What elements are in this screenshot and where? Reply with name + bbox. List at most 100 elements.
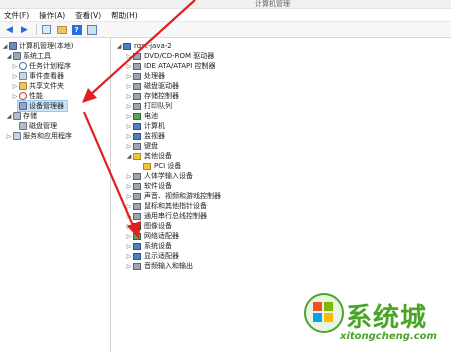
tree-services-apps[interactable]: ▷ 服务和应用程序	[6, 131, 72, 141]
collapsed-arrow-icon[interactable]: ▷	[126, 193, 132, 200]
collapsed-arrow-icon[interactable]: ▷	[12, 63, 18, 70]
device-category[interactable]: ▷ 软件设备	[126, 181, 172, 191]
device-category[interactable]: ▷ 处理器	[126, 71, 165, 81]
properties-icon[interactable]	[85, 24, 98, 36]
device-category-label: 声音、视频和游戏控制器	[144, 192, 221, 200]
device-category[interactable]: ▷ 图像设备	[126, 221, 172, 231]
help-icon[interactable]: ?	[70, 24, 83, 36]
collapsed-arrow-icon[interactable]: ▷	[126, 213, 132, 220]
device-category[interactable]: ▷ 存储控制器	[126, 91, 179, 101]
collapsed-arrow-icon[interactable]: ▷	[126, 243, 132, 250]
back-icon[interactable]: ◀	[3, 24, 16, 36]
forward-icon[interactable]: ▶	[18, 24, 31, 36]
device-category[interactable]: ▷ 计算机	[126, 121, 165, 131]
device-category[interactable]: ▷ 系统设备	[126, 241, 172, 251]
tree-root[interactable]: ◢ 计算机管理(本地)	[2, 41, 73, 51]
menu-action[interactable]: 操作(A)	[39, 10, 65, 21]
folder-icon[interactable]	[55, 24, 68, 36]
device-category[interactable]: ▷ 打印队列	[126, 101, 172, 111]
device-manager-label: 设备管理器	[29, 102, 64, 110]
tree-device-manager[interactable]: 设备管理器	[17, 100, 68, 112]
device-category[interactable]: ▷ 监视器	[126, 131, 165, 141]
collapsed-arrow-icon[interactable]: ▷	[12, 73, 18, 80]
imaging-device-icon	[133, 222, 141, 230]
menu-help[interactable]: 帮助(H)	[111, 10, 138, 21]
tree-storage[interactable]: ◢ 存储	[6, 111, 37, 121]
device-category[interactable]: ▷ 人体学输入设备	[126, 171, 193, 181]
collapsed-arrow-icon[interactable]: ▷	[126, 133, 132, 140]
menu-file[interactable]: 文件(F)	[4, 10, 29, 21]
watermark-url: xitongcheng.com	[340, 331, 437, 342]
expanded-arrow-icon[interactable]: ◢	[6, 53, 12, 60]
tree-performance[interactable]: ▷ 性能	[12, 91, 43, 101]
device-category-label: 磁盘驱动器	[144, 82, 179, 90]
device-category-label: IDE ATA/ATAPI 控制器	[144, 62, 216, 70]
tree-system-tools[interactable]: ◢ 系统工具	[6, 51, 51, 61]
title-bar: 计算机管理	[0, 0, 451, 9]
device-category[interactable]: ▷ IDE ATA/ATAPI 控制器	[126, 61, 216, 71]
watermark: 系统城 xitongcheng.com	[300, 285, 451, 352]
disk-management-icon	[19, 122, 27, 130]
menu-view[interactable]: 查看(V)	[75, 10, 101, 21]
device-category[interactable]: ▷ 鼠标和其他指针设备	[126, 201, 207, 211]
device-category[interactable]: ◢ 其他设备	[126, 151, 172, 161]
device-category-label: 键盘	[144, 142, 158, 150]
device-category-label: 显示适配器	[144, 252, 179, 260]
toolbar-separator	[36, 24, 37, 35]
collapsed-arrow-icon[interactable]: ▷	[126, 63, 132, 70]
device-category[interactable]: ▷ 显示适配器	[126, 251, 179, 261]
collapsed-arrow-icon[interactable]: ▷	[126, 223, 132, 230]
collapsed-arrow-icon[interactable]: ▷	[12, 83, 18, 90]
collapsed-arrow-icon[interactable]: ▷	[12, 93, 18, 100]
device-category[interactable]: ▷ 声音、视频和游戏控制器	[126, 191, 221, 201]
collapsed-arrow-icon[interactable]: ▷	[6, 133, 12, 140]
device-category[interactable]: ▷ 键盘	[126, 141, 158, 151]
services-apps-icon	[13, 132, 21, 140]
device-category-label: 网络适配器	[144, 232, 179, 240]
device-manager-icon	[19, 102, 27, 110]
collapsed-arrow-icon[interactable]: ▷	[126, 83, 132, 90]
device-category-label: 音频输入和输出	[144, 262, 193, 270]
device-category[interactable]: ▷ DVD/CD-ROM 驱动器	[126, 51, 215, 61]
processor-icon	[133, 72, 141, 80]
collapsed-arrow-icon[interactable]: ▷	[126, 123, 132, 130]
collapsed-arrow-icon[interactable]: ▷	[126, 93, 132, 100]
device-item[interactable]: PCI 设备	[142, 161, 181, 171]
device-category-label: DVD/CD-ROM 驱动器	[144, 52, 215, 60]
expanded-arrow-icon[interactable]: ◢	[6, 113, 12, 120]
collapsed-arrow-icon[interactable]: ▷	[126, 183, 132, 190]
usb-controller-icon	[133, 212, 141, 220]
system-device-icon	[133, 242, 141, 250]
device-category-label: 处理器	[144, 72, 165, 80]
collapsed-arrow-icon[interactable]: ▷	[126, 53, 132, 60]
collapsed-arrow-icon[interactable]: ▷	[126, 173, 132, 180]
collapsed-arrow-icon[interactable]: ▷	[126, 113, 132, 120]
device-category[interactable]: ▷ 磁盘驱动器	[126, 81, 179, 91]
tree-shared-folders[interactable]: ▷ 共享文件夹	[12, 81, 64, 91]
expanded-arrow-icon[interactable]: ◢	[116, 43, 122, 50]
device-computer-root[interactable]: ◢ rqst-java-2	[116, 41, 172, 51]
collapsed-arrow-icon[interactable]: ▷	[126, 253, 132, 260]
collapsed-arrow-icon[interactable]: ▷	[126, 143, 132, 150]
software-device-icon	[133, 182, 141, 190]
services-apps-label: 服务和应用程序	[23, 132, 72, 140]
show-hide-console-tree-icon[interactable]	[40, 24, 53, 36]
collapsed-arrow-icon[interactable]: ▷	[126, 73, 132, 80]
collapsed-arrow-icon[interactable]: ▷	[126, 103, 132, 110]
other-devices-icon	[133, 152, 141, 160]
expanded-arrow-icon[interactable]: ◢	[126, 153, 132, 160]
device-category[interactable]: ▷ 音频输入和输出	[126, 261, 193, 271]
collapsed-arrow-icon[interactable]: ▷	[126, 263, 132, 270]
device-category[interactable]: ▷ 电池	[126, 111, 158, 121]
tree-disk-management[interactable]: 磁盘管理	[18, 121, 57, 131]
tree-task-scheduler[interactable]: ▷ 任务计划程序	[12, 61, 71, 71]
collapsed-arrow-icon[interactable]: ▷	[126, 233, 132, 240]
expanded-arrow-icon[interactable]: ◢	[2, 43, 8, 50]
device-category[interactable]: ▷ 网络适配器	[126, 231, 179, 241]
tree-event-viewer[interactable]: ▷ 事件查看器	[12, 71, 64, 81]
device-category-label: 其他设备	[144, 152, 172, 160]
print-queue-icon	[133, 102, 141, 110]
collapsed-arrow-icon[interactable]: ▷	[126, 203, 132, 210]
device-category[interactable]: ▷ 通用串行总线控制器	[126, 211, 207, 221]
device-category-label: 存储控制器	[144, 92, 179, 100]
